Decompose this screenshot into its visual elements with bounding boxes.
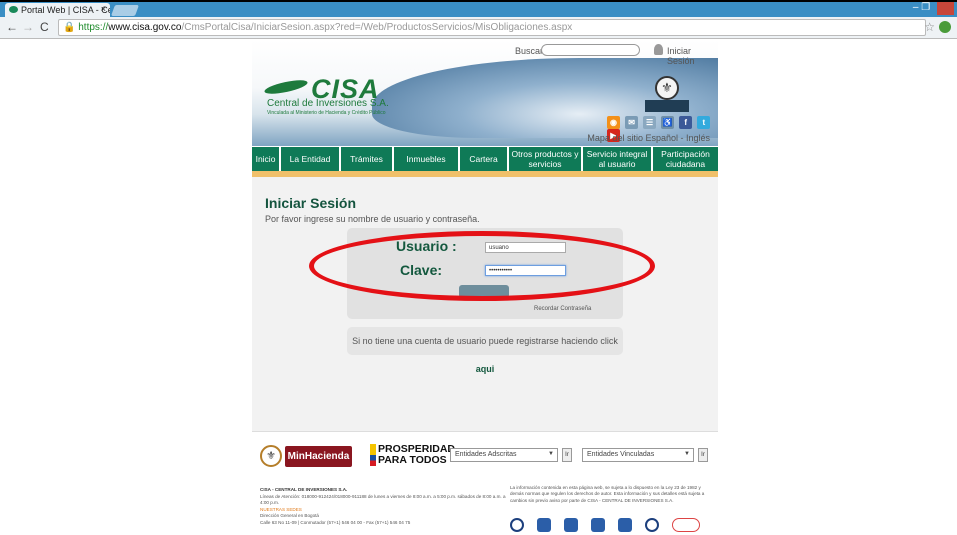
menu-item-participacion[interactable]: Participación ciudadana [653, 147, 718, 171]
reload-icon[interactable]: C [40, 20, 49, 34]
colombia-flag-icon [370, 444, 376, 466]
favicon-icon [9, 6, 18, 13]
highlight-annotation-ellipse [309, 231, 655, 301]
window-controls: – ❐ [913, 2, 954, 15]
url-path: /CmsPortalCisa/IniciarSesion.aspx?red=/W… [181, 22, 573, 33]
minimize-icon[interactable]: – [913, 2, 919, 13]
menu-item-inicio[interactable]: Inicio [252, 147, 279, 171]
colombia-shield-icon: ⚜ [260, 445, 282, 467]
minhacienda-logo[interactable]: MinHacienda [285, 446, 352, 467]
footer-legal: La información contenida en esta página … [510, 485, 705, 503]
menu-item-cartera[interactable]: Cartera [460, 147, 507, 171]
certification-seal-icon [645, 518, 660, 532]
star-icon[interactable]: ☆ [924, 20, 935, 34]
entidades-adscritas-select[interactable]: Entidades Adscritas ▼ [450, 448, 558, 462]
extension-icon[interactable] [939, 21, 951, 33]
ministry-badge [645, 100, 689, 112]
menu-item-servicio-integral[interactable]: Servicio integral al usuario [583, 147, 651, 171]
forward-icon[interactable]: → [22, 20, 34, 34]
attention-hours: Líneas de Atención: 018000-912424/018000… [260, 493, 506, 506]
menu-item-tramites[interactable]: Trámites [341, 147, 392, 171]
browser-tab[interactable]: Portal Web | CISA - Centr × [5, 3, 110, 17]
login-link[interactable]: Iniciar Sesión [667, 46, 718, 66]
go-button[interactable]: Ir [562, 448, 572, 462]
twitter-icon[interactable]: t [697, 116, 711, 129]
tab-title: Portal Web | CISA - Centr [21, 5, 110, 15]
rss-icon[interactable]: ◉ [607, 116, 620, 129]
login-section: Iniciar Sesión Por favor ingrese su nomb… [252, 177, 718, 431]
certification-icon [537, 518, 552, 532]
url-host: www.cisa.gov.co [108, 22, 182, 33]
site-container: Buscar Iniciar Sesión CISA Central de In… [252, 40, 718, 533]
chevron-down-icon: ▼ [684, 451, 690, 457]
register-link[interactable]: aqui [476, 364, 495, 374]
prosperidad-line2: PARA TODOS [378, 454, 447, 466]
menu-item-otros-productos[interactable]: Otros productos y servicios [509, 147, 581, 171]
login-description: Por favor ingrese su nombre de usuario y… [265, 214, 480, 224]
entidades-vinculadas-select[interactable]: Entidades Vinculadas ▼ [582, 448, 694, 462]
search-label: Buscar [515, 46, 544, 56]
chat-icon[interactable]: ☰ [643, 116, 657, 129]
site-header: Buscar Iniciar Sesión CISA Central de In… [252, 40, 718, 146]
page-viewport: Buscar Iniciar Sesión CISA Central de In… [0, 40, 957, 533]
certification-seal-icon [510, 518, 524, 532]
lock-icon: 🔒 [63, 22, 76, 33]
url-field[interactable]: 🔒 https://www.cisa.gov.co/CmsPortalCisa/… [58, 19, 926, 36]
accessibility-icon[interactable]: ♿ [661, 116, 675, 129]
page-title: Iniciar Sesión [265, 195, 357, 211]
select-value: Entidades Vinculadas [587, 451, 655, 458]
menu-item-la-entidad[interactable]: La Entidad [281, 147, 339, 171]
login-form: Usuario : Clave: Recordar Contraseña [309, 228, 655, 319]
new-tab-button[interactable] [110, 5, 140, 16]
chevron-down-icon: ▼ [548, 451, 554, 457]
certification-icon [564, 518, 579, 532]
logo-tagline: Vinculada al Ministerio de Hacienda y Cr… [267, 110, 386, 116]
sitemap-language-links[interactable]: Mapa del sitio Español - Inglés [252, 133, 710, 143]
search-input[interactable] [541, 44, 640, 56]
footer-contact: CISA - CENTRAL DE INVERSIONES S.A. Línea… [260, 487, 510, 526]
select-value: Entidades Adscritas [455, 451, 517, 458]
cisa-logo-swoosh-icon [263, 77, 309, 97]
tab-close-icon[interactable]: × [101, 4, 106, 14]
certification-icon [591, 518, 606, 532]
facebook-icon[interactable]: f [679, 116, 693, 129]
register-text: Si no tiene una cuenta de usuario puede … [352, 336, 618, 346]
certification-icon [618, 518, 633, 532]
go-button[interactable]: Ir [698, 448, 708, 462]
prosperidad-logo[interactable]: PROSPERIDAD PARA TODOS [378, 444, 455, 466]
back-icon[interactable]: ← [6, 20, 18, 34]
mail-icon[interactable]: ✉ [625, 116, 639, 129]
url-scheme: https:// [78, 22, 109, 33]
partner-logo-icon [672, 518, 701, 532]
recover-password-link[interactable]: Recordar Contraseña [534, 306, 591, 312]
menu-item-inmuebles[interactable]: Inmuebles [394, 147, 458, 171]
register-box: Si no tiene una cuenta de usuario puede … [347, 327, 623, 374]
colombia-shield-icon: ⚜ [655, 76, 679, 100]
address: Calle 63 No 11-09 | Conmutador (57+1) 54… [260, 519, 411, 525]
user-icon [654, 44, 663, 55]
address-bar-row: ← → C 🔒 https://www.cisa.gov.co/CmsPorta… [0, 17, 957, 39]
site-footer: ⚜ MinHacienda PROSPERIDAD PARA TODOS Ent… [252, 431, 718, 533]
certification-icons [510, 518, 710, 535]
logo-subtitle: Central de Inversiones S.A. [267, 98, 389, 109]
restore-icon[interactable]: ❐ [921, 2, 930, 13]
close-window-icon[interactable] [937, 2, 954, 15]
main-menu: Inicio La Entidad Trámites Inmuebles Car… [252, 147, 718, 171]
browser-tab-bar: Portal Web | CISA - Centr × – ❐ [0, 0, 957, 17]
